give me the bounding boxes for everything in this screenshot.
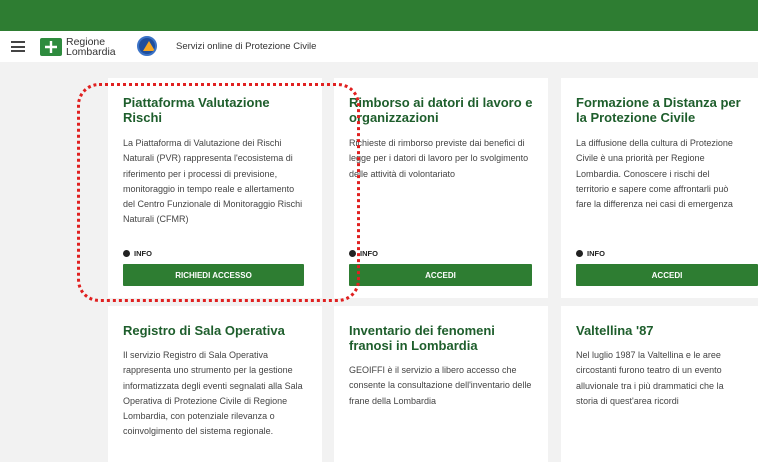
info-label: INFO: [360, 249, 378, 258]
top-green-bar: [0, 0, 758, 31]
regione-lombardia-logo[interactable]: Regione Lombardia: [40, 37, 116, 57]
info-link[interactable]: INFO: [123, 249, 152, 258]
card-title: Valtellina '87: [576, 323, 654, 338]
card-title: Formazione a Distanza per la Protezione …: [576, 95, 741, 125]
card-description: La Piattaforma di Valutazione dei Rischi…: [123, 138, 303, 225]
info-link[interactable]: INFO: [576, 249, 605, 258]
card-description: Nel luglio 1987 la Valtellina e le aree …: [576, 350, 724, 406]
info-icon: [123, 250, 130, 257]
card-inventario: Inventario dei fenomeni franosi in Lomba…: [334, 306, 548, 462]
card-description: GEOIFFI è il servizio a libero accesso c…: [349, 365, 532, 406]
richiedi-accesso-button[interactable]: RICHIEDI ACCESSO: [123, 264, 304, 286]
site-header: Regione Lombardia Servizi online di Prot…: [0, 31, 758, 62]
card-formazione: Formazione a Distanza per la Protezione …: [561, 78, 758, 298]
card-title: Registro di Sala Operativa: [123, 323, 285, 338]
logo-text: Regione Lombardia: [66, 37, 116, 58]
logo-line2: Lombardia: [66, 46, 116, 58]
card-title: Inventario dei fenomeni franosi in Lomba…: [349, 323, 495, 353]
info-label: INFO: [587, 249, 605, 258]
accedi-button[interactable]: ACCEDI: [576, 264, 758, 286]
info-label: INFO: [134, 249, 152, 258]
info-icon: [576, 250, 583, 257]
regione-cross-icon: [40, 38, 62, 56]
accedi-button[interactable]: ACCEDI: [349, 264, 532, 286]
card-title: Rimborso ai datori di lavoro e organizza…: [349, 95, 533, 125]
card-registro: Registro di Sala Operativa Il servizio R…: [108, 306, 322, 462]
info-icon: [349, 250, 356, 257]
card-description: Richieste di rimborso previste dai benef…: [349, 138, 529, 179]
card-pvr: Piattaforma Valutazione Rischi La Piatta…: [108, 78, 322, 298]
hamburger-menu-icon[interactable]: [11, 41, 25, 52]
card-description: Il servizio Registro di Sala Operativa r…: [123, 350, 303, 437]
left-margin: [0, 62, 97, 462]
service-title: Servizi online di Protezione Civile: [176, 41, 317, 52]
card-rimborso: Rimborso ai datori di lavoro e organizza…: [334, 78, 548, 298]
card-description: La diffusione della cultura di Protezion…: [576, 138, 733, 210]
protezione-civile-logo-icon: [137, 36, 157, 56]
card-title: Piattaforma Valutazione Rischi: [123, 95, 270, 125]
info-link[interactable]: INFO: [349, 249, 378, 258]
card-valtellina: Valtellina '87 Nel luglio 1987 la Valtel…: [561, 306, 758, 462]
